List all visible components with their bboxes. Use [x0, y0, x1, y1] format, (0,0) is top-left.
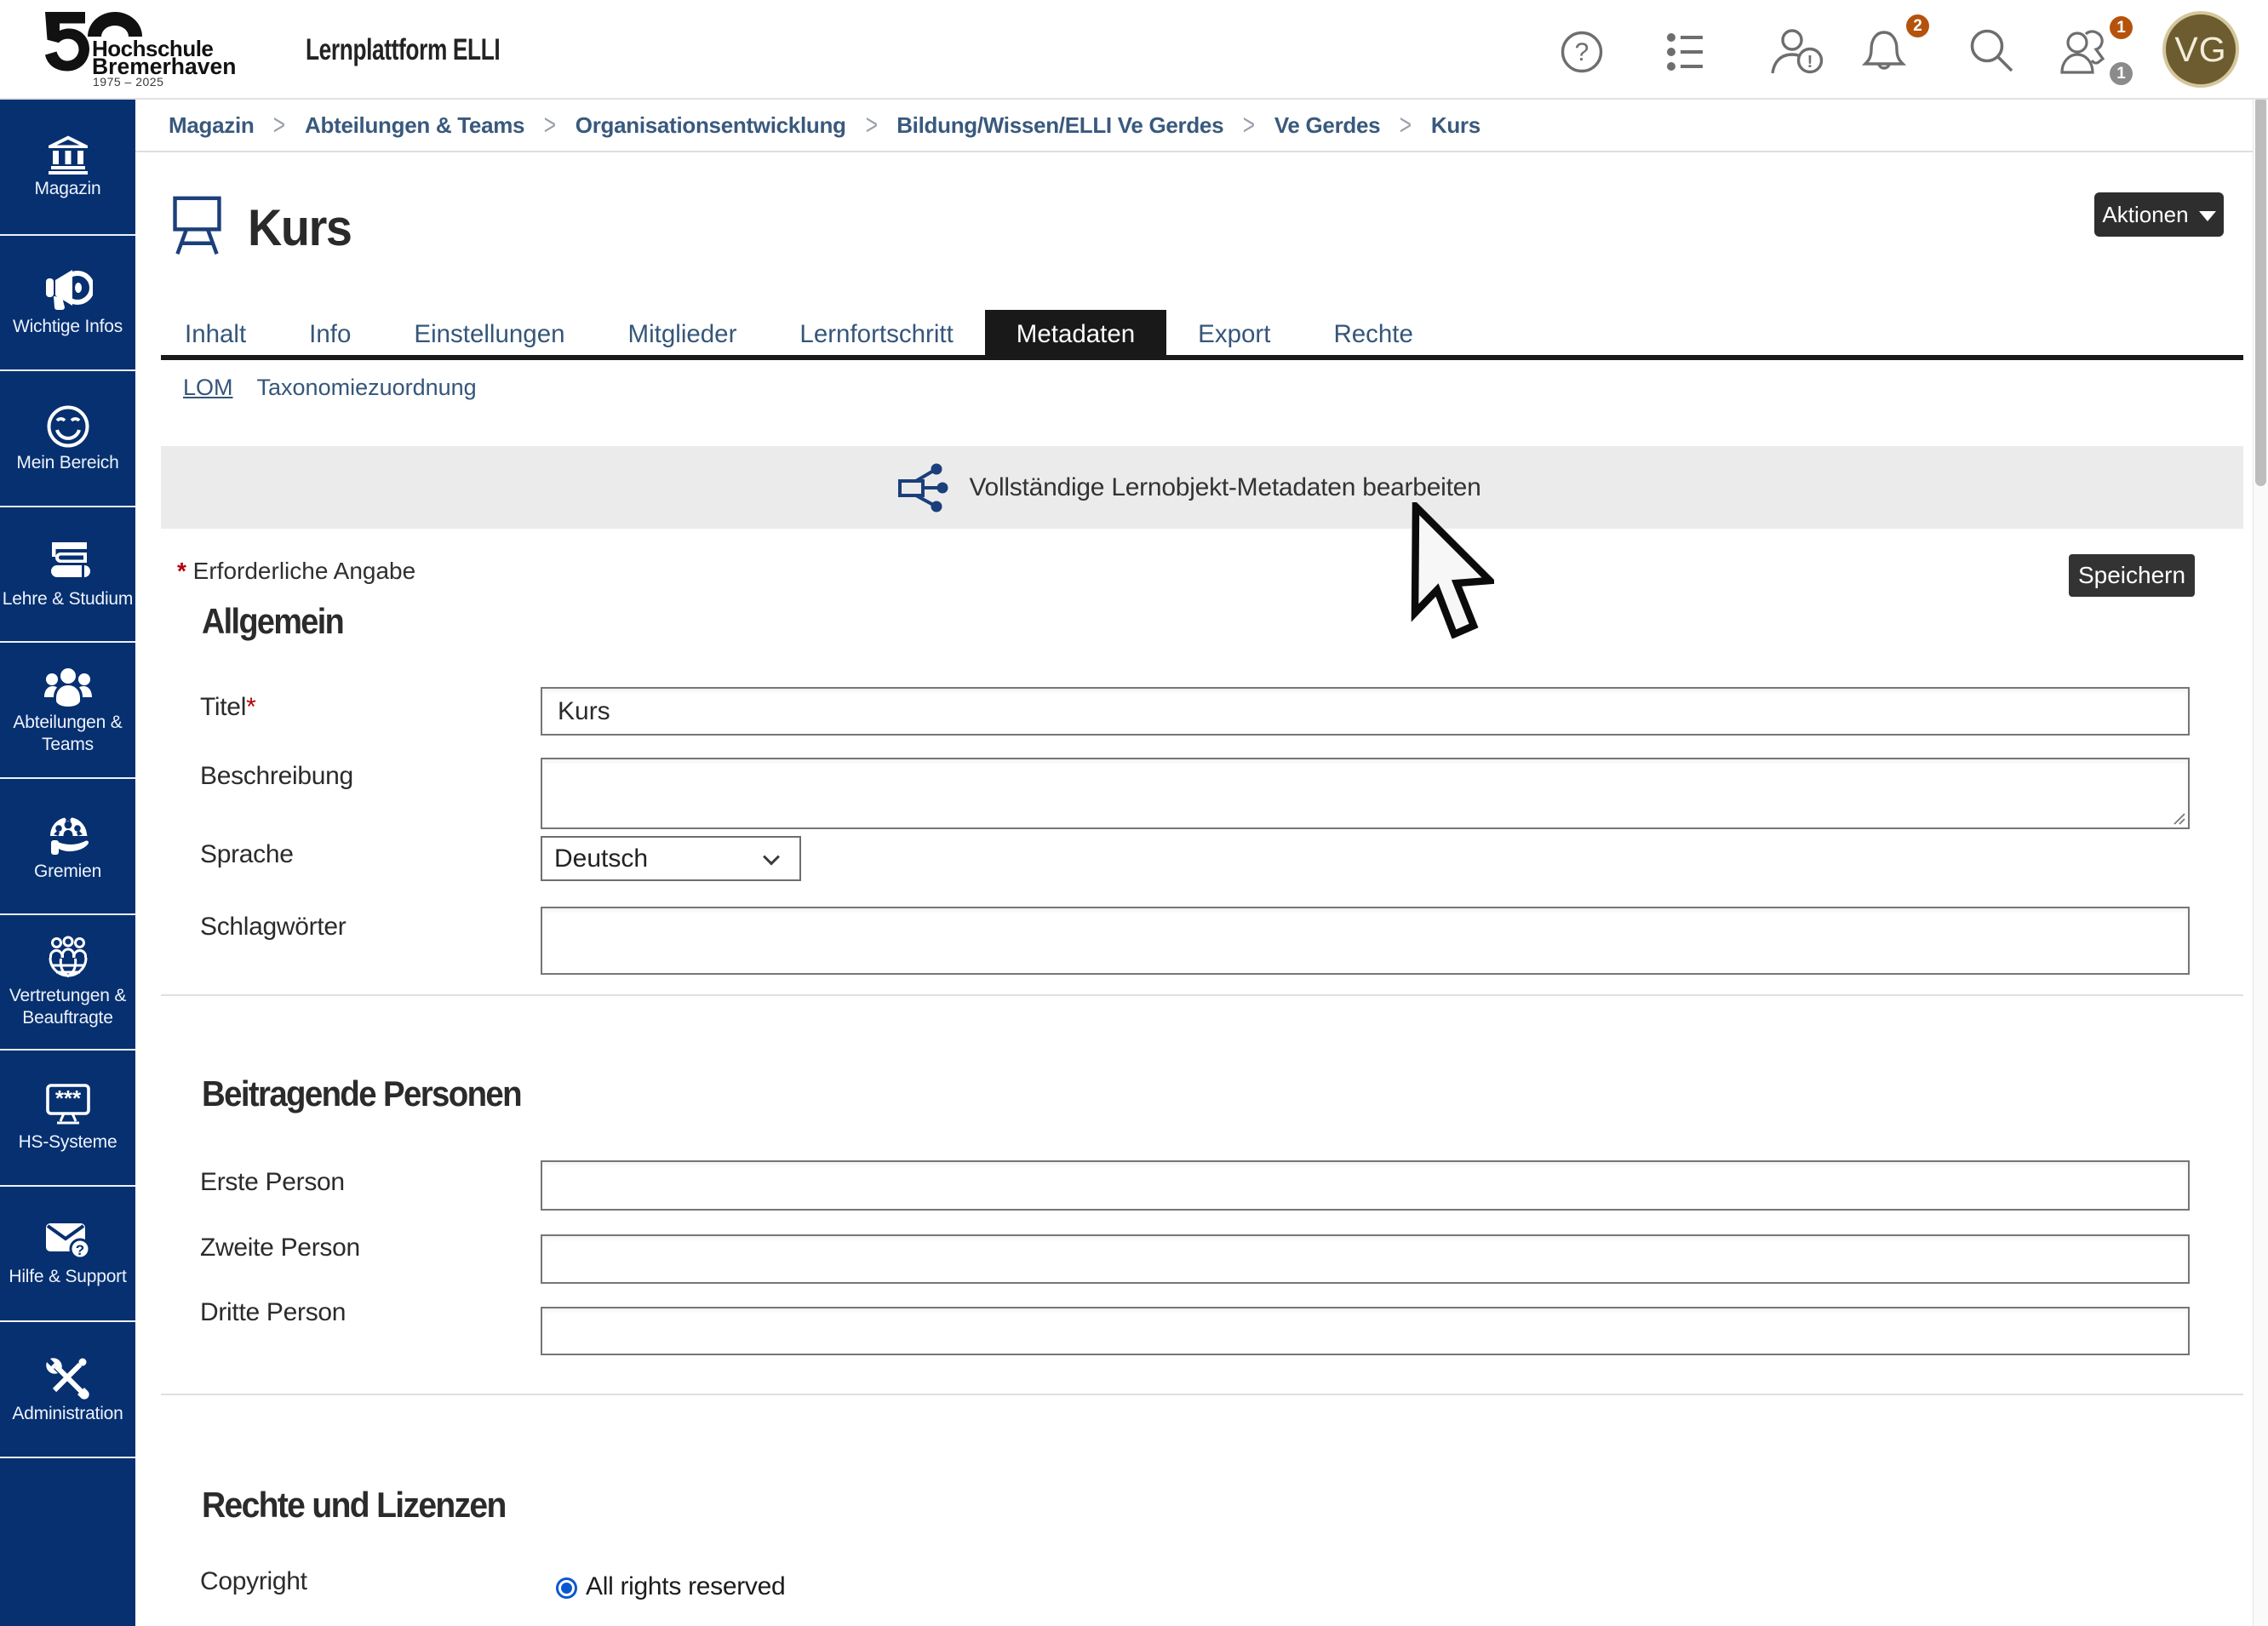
svg-text:!: ! [1807, 53, 1813, 72]
svg-text:?: ? [1575, 38, 1589, 66]
svg-text:1975 – 2025: 1975 – 2025 [93, 75, 163, 89]
svg-text:***: *** [54, 1085, 81, 1111]
svg-text:?: ? [75, 1242, 83, 1258]
